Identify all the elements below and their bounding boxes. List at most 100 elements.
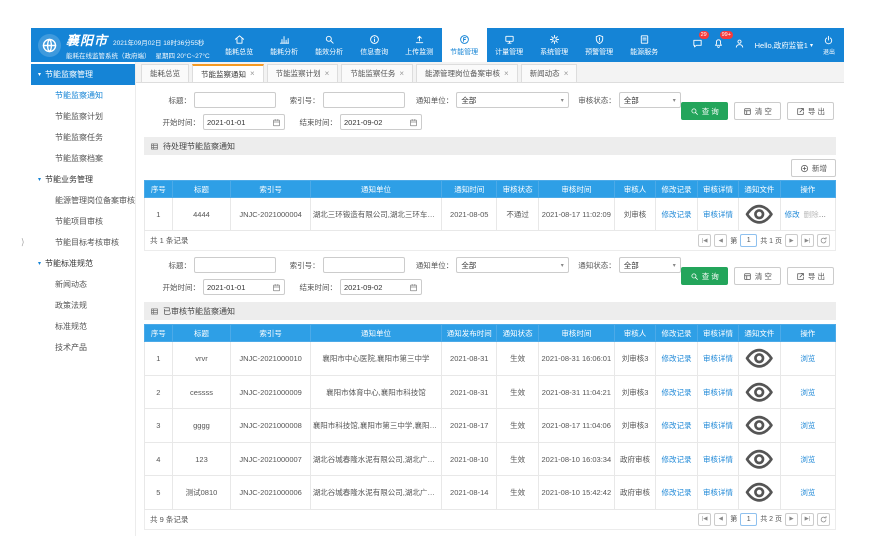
sidebar-group-header[interactable]: ▾节能监察管理 xyxy=(31,64,135,85)
messages-button[interactable]: 29 xyxy=(692,36,703,54)
sidebar-item[interactable]: 能源管理岗位备案审核 xyxy=(31,190,135,211)
unit-select[interactable]: 全部 ▾ xyxy=(456,92,568,108)
system-name: 能耗在线监管系统（政府端） xyxy=(66,50,151,60)
tab-close-icon[interactable]: × xyxy=(504,70,509,78)
index-input[interactable] xyxy=(323,257,405,273)
action-link[interactable]: 删除 xyxy=(804,210,819,219)
nav-item-upload[interactable]: 上传监测 xyxy=(397,28,442,62)
nav-item-search[interactable]: 能效分析 xyxy=(307,28,352,62)
record-link[interactable]: 修改记录 xyxy=(662,354,692,363)
sidebar-group-header[interactable]: ▾节能业务管理 xyxy=(31,169,135,190)
sidebar-item[interactable]: 节能监察计划 xyxy=(31,106,135,127)
tab-item[interactable]: 节能监察通知× xyxy=(192,64,264,82)
detail-link[interactable]: 审核详情 xyxy=(703,488,733,497)
nav-item-energy[interactable]: 节能管理 xyxy=(442,28,487,62)
title-input[interactable] xyxy=(194,257,276,273)
record-link[interactable]: 修改记录 xyxy=(662,210,692,219)
last-page-button[interactable]: ▶| xyxy=(801,234,814,247)
view-file-icon[interactable] xyxy=(743,376,775,408)
current-page-input[interactable]: 1 xyxy=(740,234,757,247)
record-link[interactable]: 修改记录 xyxy=(662,421,692,430)
clear-button[interactable]: 清 空 xyxy=(734,102,781,120)
action-link[interactable]: 浏览 xyxy=(800,421,815,430)
meter-icon-wrap xyxy=(504,34,515,45)
user-menu[interactable]: Hello,政府监管1 ▾ xyxy=(755,40,813,51)
nav-item-info[interactable]: 信息查询 xyxy=(352,28,397,62)
index-input[interactable] xyxy=(323,92,405,108)
tab-close-icon[interactable]: × xyxy=(399,70,404,78)
add-button[interactable]: 新增 xyxy=(791,159,836,177)
clear-button[interactable]: 清 空 xyxy=(734,267,781,285)
export-button[interactable]: 导 出 xyxy=(787,267,834,285)
end-date-input[interactable]: 2021-09-02 xyxy=(340,114,422,130)
tab-item[interactable]: 节能监察任务× xyxy=(341,64,413,82)
record-link[interactable]: 修改记录 xyxy=(662,488,692,497)
view-file-icon[interactable] xyxy=(743,409,775,441)
action-link[interactable]: 修改 xyxy=(785,210,800,219)
sidebar-item[interactable]: 节能监察通知 xyxy=(31,85,135,106)
search-button[interactable]: 查 询 xyxy=(681,102,728,120)
title-input[interactable] xyxy=(194,92,276,108)
sidebar-group-header[interactable]: ▾节能标准规范 xyxy=(31,253,135,274)
nav-item-service[interactable]: 能源服务 xyxy=(622,28,667,62)
record-link[interactable]: 修改记录 xyxy=(662,455,692,464)
cell: 浏览 xyxy=(780,375,835,408)
logout-button[interactable]: 退出 xyxy=(823,35,835,56)
tab-item[interactable]: 能耗总览 xyxy=(141,64,189,82)
view-file-icon[interactable] xyxy=(743,198,775,230)
view-file-icon[interactable] xyxy=(743,443,775,475)
action-link[interactable]: 浏览 xyxy=(800,455,815,464)
action-link[interactable]: 浏览 xyxy=(800,488,815,497)
start-date-input[interactable]: 2021-01-01 xyxy=(203,114,285,130)
sidebar-item[interactable]: 节能项目审核 xyxy=(31,211,135,232)
tab-close-icon[interactable]: × xyxy=(250,70,255,78)
sidebar-item[interactable]: 节能监察档案 xyxy=(31,148,135,169)
user-avatar-icon[interactable] xyxy=(734,36,745,54)
view-file-icon[interactable] xyxy=(743,342,775,374)
refresh-button[interactable] xyxy=(817,513,830,526)
unit-select[interactable]: 全部 ▾ xyxy=(456,257,568,273)
end-date-input[interactable]: 2021-09-02 xyxy=(340,279,422,295)
detail-link[interactable]: 审核详情 xyxy=(703,354,733,363)
refresh-button[interactable] xyxy=(817,234,830,247)
sidebar-item[interactable]: 政策法规 xyxy=(31,295,135,316)
detail-link[interactable]: 审核详情 xyxy=(703,455,733,464)
tab-item[interactable]: 能源管理岗位备案审核× xyxy=(416,64,518,82)
tab-close-icon[interactable]: × xyxy=(564,70,569,78)
tab-item[interactable]: 节能监察计划× xyxy=(267,64,339,82)
next-page-button[interactable]: ▶ xyxy=(785,513,798,526)
current-page-input[interactable]: 1 xyxy=(740,513,757,526)
nav-item-alert[interactable]: 预警管理 xyxy=(577,28,622,62)
start-date-input[interactable]: 2021-01-01 xyxy=(203,279,285,295)
tab-item[interactable]: 新闻动态× xyxy=(521,64,578,82)
nav-item-chart[interactable]: 能耗分析 xyxy=(262,28,307,62)
nav-item-gear[interactable]: 系统管理 xyxy=(532,28,577,62)
last-page-button[interactable]: ▶| xyxy=(801,513,814,526)
notify-status-select[interactable]: 全部 ▾ xyxy=(619,257,681,273)
detail-link[interactable]: 审核详情 xyxy=(703,388,733,397)
sidebar-item[interactable]: 节能监察任务 xyxy=(31,127,135,148)
sidebar-item[interactable]: 新闻动态 xyxy=(31,274,135,295)
action-link[interactable]: 浏览 xyxy=(800,354,815,363)
detail-link[interactable]: 审核详情 xyxy=(703,421,733,430)
notifications-button[interactable]: 99+ xyxy=(713,36,724,54)
detail-link[interactable]: 审核详情 xyxy=(703,210,733,219)
record-link[interactable]: 修改记录 xyxy=(662,388,692,397)
view-file-icon[interactable] xyxy=(743,476,775,508)
first-page-button[interactable]: |◀ xyxy=(698,513,711,526)
action-link[interactable]: 浏览 xyxy=(800,388,815,397)
nav-item-meter[interactable]: 计量管理 xyxy=(487,28,532,62)
audit-status-select[interactable]: 全部 ▾ xyxy=(619,92,681,108)
sidebar-item[interactable]: 节能目标考核审核 xyxy=(31,232,135,253)
next-page-button[interactable]: ▶ xyxy=(785,234,798,247)
prev-page-button[interactable]: ◀ xyxy=(714,513,727,526)
tab-close-icon[interactable]: × xyxy=(325,70,330,78)
prev-page-button[interactable]: ◀ xyxy=(714,234,727,247)
first-page-button[interactable]: |◀ xyxy=(698,234,711,247)
sidebar-collapse-handle[interactable]: ⟩ xyxy=(21,237,25,248)
sidebar-item[interactable]: 标准规范 xyxy=(31,316,135,337)
export-button[interactable]: 导 出 xyxy=(787,102,834,120)
search-button[interactable]: 查 询 xyxy=(681,267,728,285)
nav-item-home[interactable]: 能耗总览 xyxy=(217,28,262,62)
sidebar-item[interactable]: 技术产品 xyxy=(31,337,135,358)
